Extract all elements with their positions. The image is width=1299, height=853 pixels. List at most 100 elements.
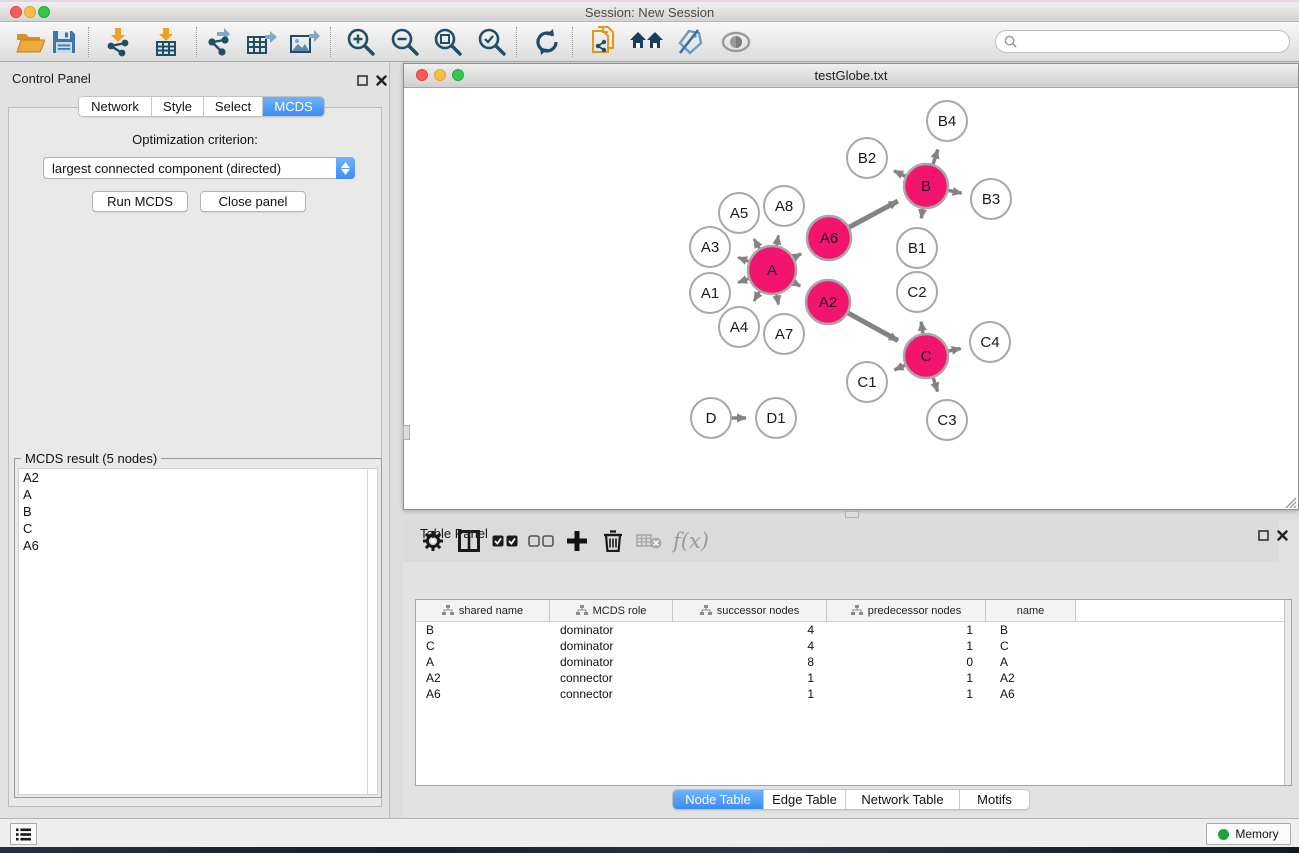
graph-edge[interactable] <box>894 171 905 176</box>
tab-select[interactable]: Select <box>204 97 263 116</box>
open-folder-icon[interactable] <box>13 25 47 59</box>
column-header[interactable]: MCDS role <box>550 600 673 621</box>
result-item[interactable]: B <box>19 503 368 520</box>
tab-network-table[interactable]: Network Table <box>846 790 960 809</box>
table-cell: 8 <box>673 654 827 670</box>
graph-edge[interactable] <box>949 191 962 194</box>
table-panel-title: Table Panel <box>420 526 488 541</box>
table-toolbar: f(x) <box>403 520 1279 562</box>
graph-node-label: C4 <box>980 334 999 351</box>
save-session-icon[interactable] <box>47 25 81 59</box>
close-panel-icon[interactable] <box>376 73 387 91</box>
close-table-panel-icon[interactable] <box>1277 528 1288 546</box>
graph-edge[interactable] <box>921 209 922 219</box>
result-item[interactable]: A6 <box>19 537 368 554</box>
float-panel-icon[interactable] <box>357 73 368 91</box>
attribute-tree-icon <box>851 605 863 616</box>
graph-edge[interactable] <box>777 295 779 305</box>
add-row-icon[interactable] <box>559 523 595 559</box>
graph-node-label: B3 <box>982 191 1000 208</box>
graph-edge[interactable] <box>738 279 748 283</box>
tab-mcds[interactable]: MCDS <box>263 97 324 116</box>
result-item[interactable]: A <box>19 486 368 503</box>
graph-edge[interactable] <box>794 254 801 258</box>
tab-motifs[interactable]: Motifs <box>960 790 1029 809</box>
graph-edge[interactable] <box>894 365 905 370</box>
table-cell: dominator <box>550 622 673 638</box>
search-field[interactable] <box>995 30 1290 53</box>
column-header[interactable]: name <box>986 600 1076 621</box>
table-header: shared nameMCDS rolesuccessor nodesprede… <box>416 600 1291 622</box>
run-mcds-button[interactable]: Run MCDS <box>92 191 188 212</box>
column-header[interactable]: predecessor nodes <box>827 600 986 621</box>
graph-edge[interactable] <box>921 322 923 334</box>
graph-edge[interactable] <box>933 150 938 165</box>
table-cell: 1 <box>827 670 986 686</box>
result-item[interactable]: C <box>19 520 368 537</box>
node-table[interactable]: shared nameMCDS rolesuccessor nodesprede… <box>415 599 1292 786</box>
result-scrollbar[interactable] <box>367 468 378 795</box>
graph-edge[interactable] <box>933 378 937 392</box>
mcds-result-group: MCDS result (5 nodes) A2ABCA6 <box>14 458 382 798</box>
task-history-button[interactable] <box>10 823 37 845</box>
refresh-icon[interactable] <box>530 25 564 59</box>
graph-edge[interactable] <box>738 257 748 261</box>
table-row[interactable]: Cdominator41C <box>416 638 1291 654</box>
graph-edge[interactable] <box>848 313 898 340</box>
criterion-dropdown[interactable]: largest connected component (directed) <box>43 157 355 179</box>
table-row[interactable]: Bdominator41B <box>416 622 1291 638</box>
graph-edge[interactable] <box>754 239 759 248</box>
zoom-out-icon[interactable] <box>388 25 422 59</box>
home-icon[interactable] <box>630 25 664 59</box>
select-all-icon[interactable] <box>487 523 523 559</box>
eye-icon[interactable] <box>719 25 753 59</box>
tab-node-table[interactable]: Node Table <box>673 790 764 809</box>
tab-style[interactable]: Style <box>152 97 204 116</box>
float-table-panel-icon[interactable] <box>1258 528 1269 546</box>
table-row[interactable]: A2connector11A2 <box>416 670 1291 686</box>
zoom-in-icon[interactable] <box>344 25 378 59</box>
memory-button[interactable]: Memory <box>1206 823 1291 845</box>
export-network-icon[interactable] <box>202 25 236 59</box>
table-cell: A2 <box>986 670 1076 686</box>
canvas-bottom-scrollnub[interactable] <box>845 511 859 518</box>
import-network-icon[interactable] <box>101 25 135 59</box>
export-table-icon[interactable] <box>244 25 278 59</box>
deselect-all-icon[interactable] <box>523 523 559 559</box>
table-row[interactable]: Adominator80A <box>416 654 1291 670</box>
table-cell: connector <box>550 686 673 702</box>
document-network-icon[interactable] <box>587 25 621 59</box>
column-header[interactable]: successor nodes <box>673 600 827 621</box>
network-window-titlebar[interactable]: testGlobe.txt <box>404 64 1298 88</box>
delete-row-icon[interactable] <box>595 523 631 559</box>
toolbar-separator <box>88 27 89 57</box>
memory-status-icon <box>1218 829 1229 840</box>
network-canvas[interactable]: B4B2BB3A5A8A6B1A3AA1C2A2A4A7C4CC1C3DD1 <box>404 88 1298 509</box>
table-row[interactable]: A6connector11A6 <box>416 686 1291 702</box>
search-input[interactable] <box>1022 35 1289 49</box>
zoom-fit-icon[interactable] <box>431 25 465 59</box>
delete-table-icon[interactable] <box>631 523 667 559</box>
graph-edge[interactable] <box>754 292 759 301</box>
graph-edge[interactable] <box>794 282 801 286</box>
result-item[interactable]: A2 <box>19 469 368 486</box>
canvas-left-scrollnub[interactable] <box>403 425 410 440</box>
graph-edge[interactable] <box>849 201 898 227</box>
tab-network[interactable]: Network <box>79 97 152 116</box>
import-table-icon[interactable] <box>149 25 183 59</box>
function-builder-icon[interactable]: f(x) <box>667 523 715 559</box>
criterion-value: largest connected component (directed) <box>44 161 336 176</box>
hide-labels-icon[interactable] <box>673 25 707 59</box>
tab-edge-table[interactable]: Edge Table <box>764 790 846 809</box>
table-cell: dominator <box>550 638 673 654</box>
table-panel: Table Panel f(x) shared nameMC <box>403 520 1299 818</box>
export-image-icon[interactable] <box>287 25 321 59</box>
column-header[interactable]: shared name <box>416 600 550 621</box>
graph-edge[interactable] <box>948 348 960 351</box>
zoom-selected-icon[interactable] <box>475 25 509 59</box>
table-cell: 1 <box>673 670 827 686</box>
close-panel-button[interactable]: Close panel <box>200 191 306 212</box>
mcds-result-list[interactable]: A2ABCA6 <box>18 468 369 795</box>
table-scrollbar[interactable] <box>1284 600 1291 785</box>
graph-edge[interactable] <box>777 235 779 245</box>
